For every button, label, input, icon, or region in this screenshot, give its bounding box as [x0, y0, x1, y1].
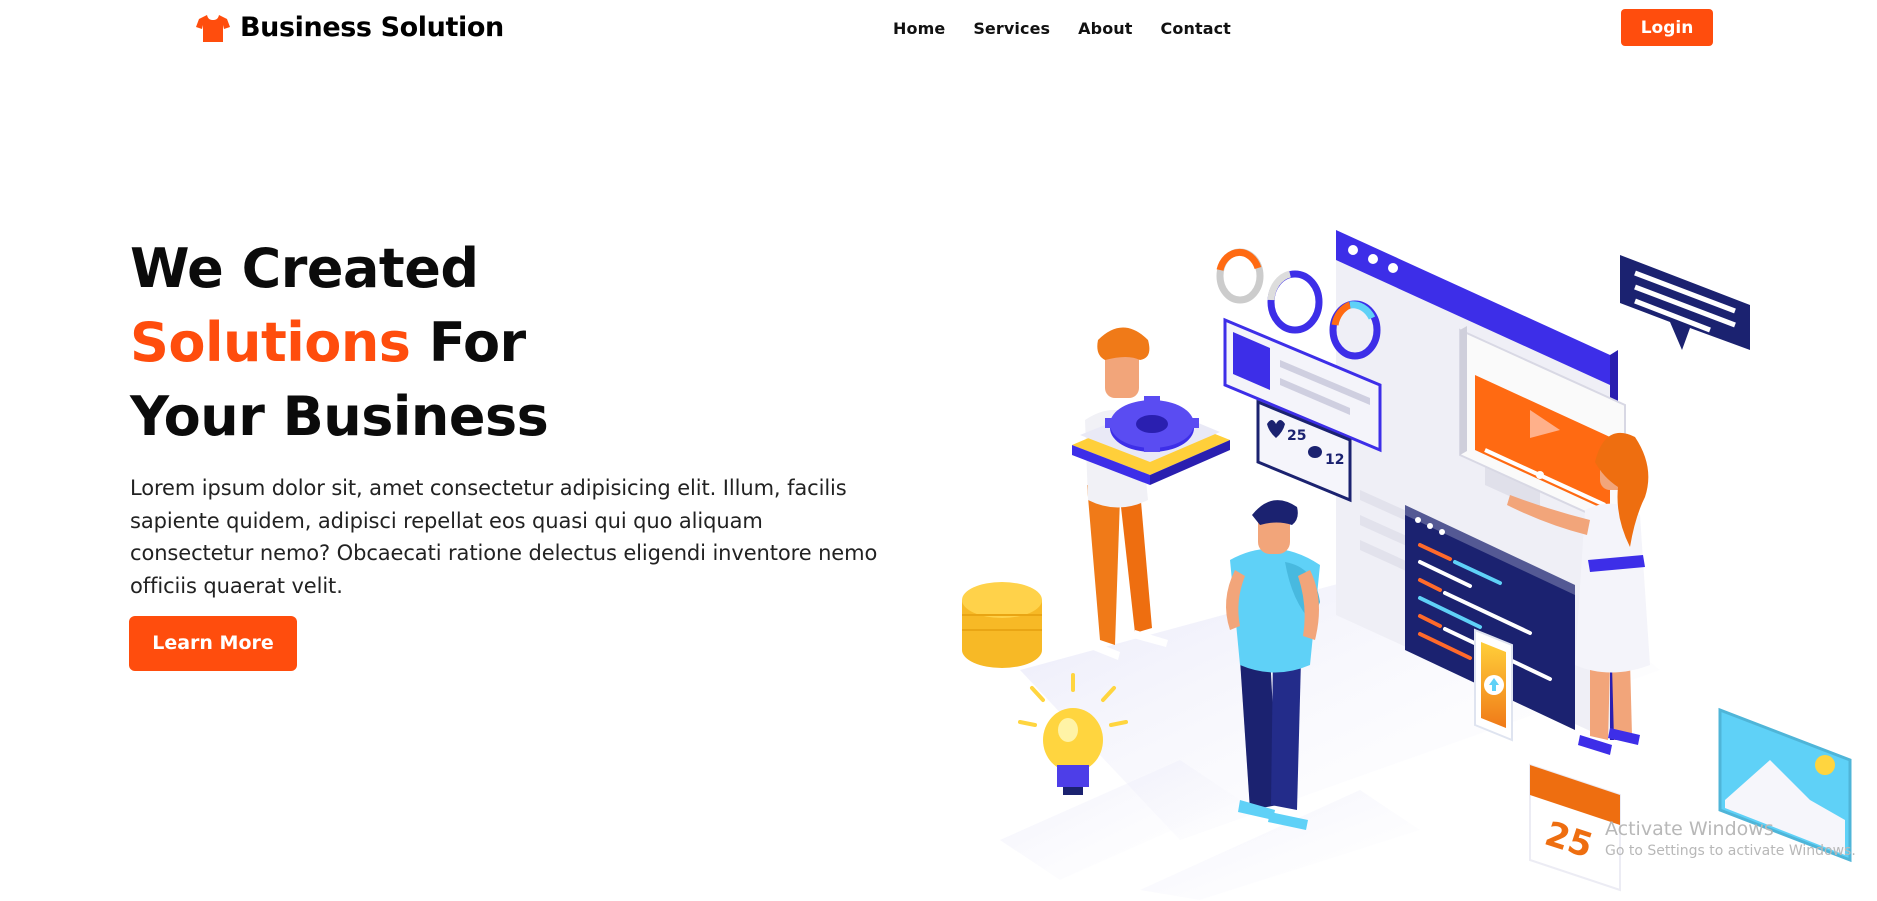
- nav-about[interactable]: About: [1078, 19, 1132, 38]
- hero-title-line-2-rest: For: [410, 311, 526, 374]
- learn-more-button[interactable]: Learn More: [129, 616, 297, 671]
- chat-bubble-graphic: [1620, 255, 1750, 350]
- brand-logo[interactable]: Business Solution: [196, 12, 504, 43]
- hero-title-line-3: Your Business: [130, 385, 549, 448]
- hero-title: We Created Solutions For Your Business: [130, 232, 549, 454]
- comments-count: 12: [1325, 452, 1344, 468]
- hero-illustration: 25 12 25: [962, 230, 1852, 900]
- watermark-line-2: Go to Settings to activate Windows.: [1605, 843, 1856, 859]
- hero-title-line-2: Solutions For: [130, 306, 548, 380]
- man-with-gear-graphic: [1072, 327, 1230, 660]
- likes-count: 25: [1287, 428, 1306, 444]
- windows-activation-watermark: Activate Windows Go to Settings to activ…: [1605, 818, 1856, 862]
- nav-services[interactable]: Services: [973, 19, 1050, 38]
- tshirt-icon: [196, 14, 230, 42]
- main-nav: Home Services About Contact: [893, 19, 1231, 38]
- nav-home[interactable]: Home: [893, 19, 945, 38]
- hero-title-accent: Solutions: [130, 311, 411, 374]
- navbar: Business Solution Home Services About Co…: [0, 0, 1877, 60]
- coin-stack-graphic: [962, 582, 1042, 668]
- login-button[interactable]: Login: [1621, 9, 1713, 46]
- watermark-line-1: Activate Windows: [1605, 818, 1774, 840]
- hero-title-line-1: We Created: [130, 237, 479, 300]
- brand-name: Business Solution: [240, 12, 504, 43]
- phone-graphic: [1474, 628, 1513, 742]
- hero-description: Lorem ipsum dolor sit, amet consectetur …: [130, 476, 878, 598]
- nav-contact[interactable]: Contact: [1161, 19, 1231, 38]
